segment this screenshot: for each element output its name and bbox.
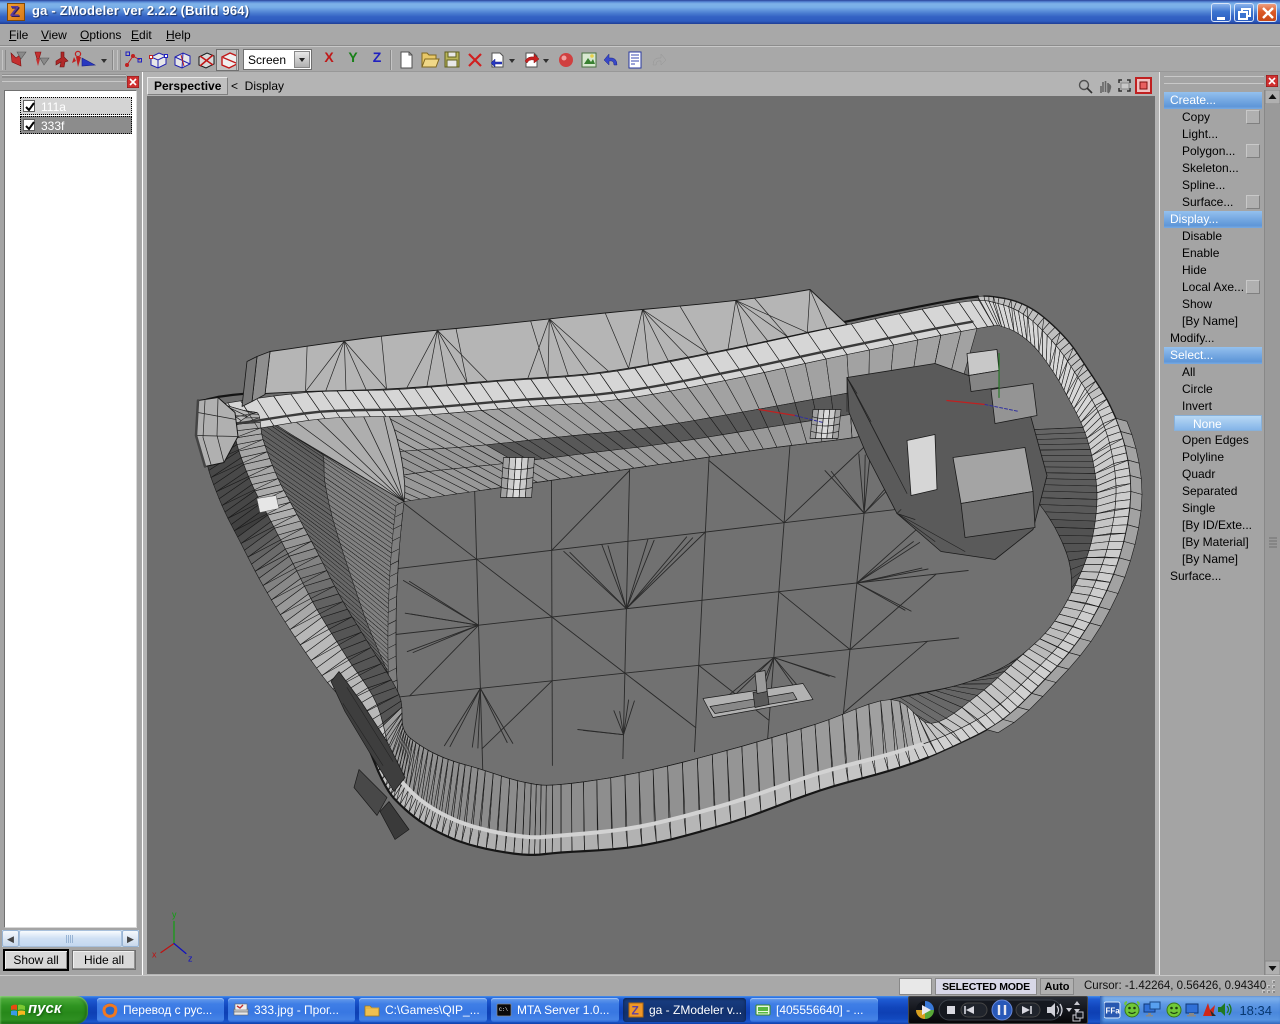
svg-text:Z: Z — [632, 1004, 639, 1018]
svg-text:C:\: C:\ — [499, 1007, 508, 1013]
svg-text:z: z — [188, 954, 193, 964]
svg-text:x: x — [152, 950, 157, 960]
svg-text:FFa: FFa — [1106, 1007, 1121, 1016]
svg-text:y: y — [172, 910, 177, 920]
